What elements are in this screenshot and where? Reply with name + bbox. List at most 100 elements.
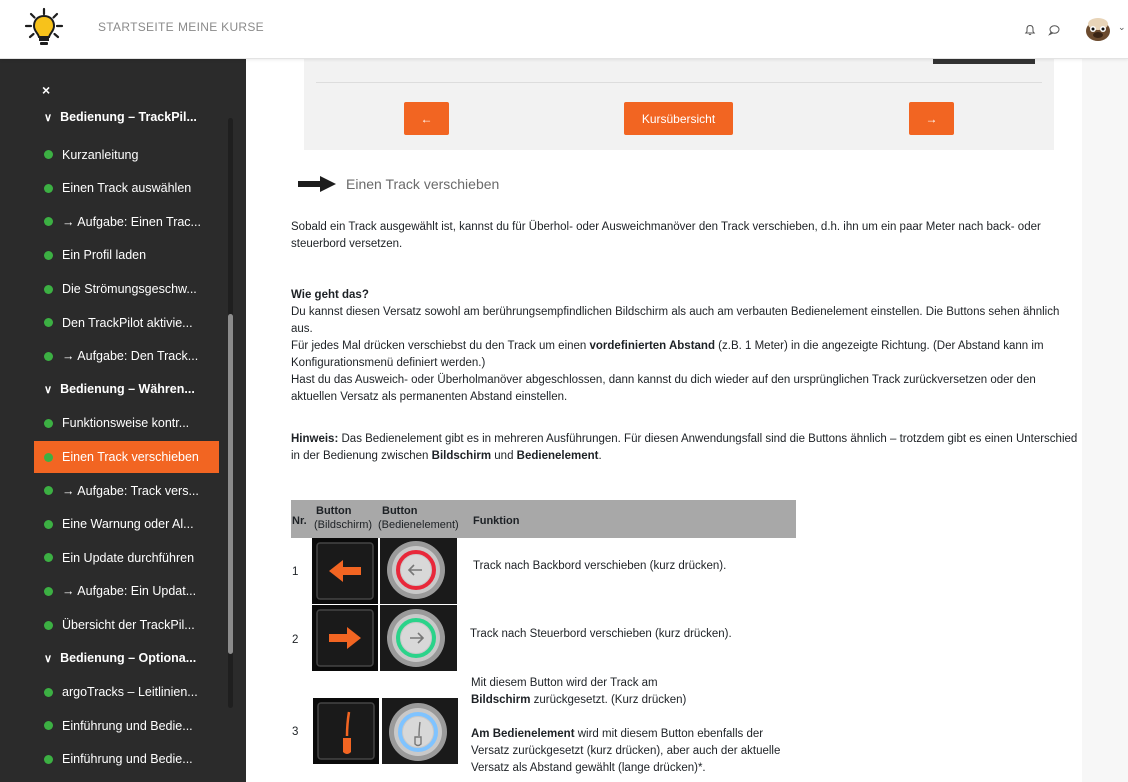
col-header-button-control: Button (Bedienelement) [378,505,459,531]
sidebar-item[interactable]: Einführung und Bedie... [34,710,219,742]
row-3-bold-screen: Bildschirm [471,694,531,706]
hint-text-and: und [491,450,517,462]
completion-dot-icon [44,519,53,529]
completion-dot-icon [44,183,53,193]
sidebar-item[interactable]: → Aufgabe: Ein Updat... [34,575,219,607]
screen-right-arrow-icon [312,605,378,671]
top-navbar: STARTSEITE MEINE KURSE ⌄ [0,0,1128,59]
sidebar-item-label: Ein Profil laden [62,248,147,263]
sidebar-scrollbar-thumb[interactable] [228,314,233,654]
completion-dot-icon [44,754,53,764]
how-p2-bold: vordefinierten Abstand [589,340,715,352]
completion-dot-icon [44,553,53,563]
sidebar-section-header[interactable]: ∨ Bedienung – TrackPil... [44,110,197,124]
sidebar-item[interactable]: Einen Track auswählen [34,172,219,204]
page-title: Einen Track verschieben [346,176,500,192]
col-header-function: Funktion [473,515,520,527]
row-1-nr: 1 [292,566,299,578]
lightbulb-logo-icon[interactable] [22,6,66,50]
bell-icon[interactable] [1024,24,1036,36]
sidebar-item-label: Einführung und Bedie... [62,752,193,767]
completion-dot-icon [44,452,53,462]
sidebar-item[interactable]: → Aufgabe: Track vers... [34,475,219,507]
previous-activity-button[interactable]: ← [404,102,449,135]
sidebar-item[interactable]: Den TrackPilot aktivie... [34,307,219,339]
hint-bold-control: Bedienelement [516,450,599,462]
sidebar-item-label: Einen Track auswählen [62,181,192,196]
sidebar-item[interactable]: Einführung und Bedie... [34,743,219,775]
hint-text: Das Bedienelement gibt es in mehreren Au… [291,433,1078,462]
how-title: Wie geht das? [291,289,369,301]
sidebar-item[interactable]: Funktionsweise kontr... [34,407,219,439]
chat-bubble-icon[interactable] [1048,24,1060,36]
right-gutter [1082,58,1128,782]
sidebar-item-label: → Aufgabe: Ein Updat... [62,584,197,599]
sidebar-item-label: Eine Warnung oder Al... [62,517,194,532]
chevron-down-icon[interactable]: ∨ [44,383,52,396]
sidebar-item[interactable]: Ein Profil laden [34,239,219,271]
sidebar-item-label: Funktionsweise kontr... [62,416,190,431]
next-activity-button[interactable]: → [909,102,954,135]
page-heading: Einen Track verschieben [298,176,499,192]
control-right-arrow-icon [380,605,457,671]
completion-dot-icon [44,418,53,428]
how-paragraph-3: Hast du das Ausweich- oder Überholmanöve… [291,374,1036,403]
row-3-text-c: wird mit diesem Button ebenfalls der [574,728,764,740]
sidebar-section-header[interactable]: ∨ Bedienung – Optiona... [44,651,196,665]
completion-dot-icon [44,721,53,731]
arrow-right-icon [298,176,336,192]
user-avatar[interactable] [1082,14,1114,44]
row-3-text-b: zurückgesetzt. (Kurz drücken) [530,694,687,706]
sidebar-item[interactable]: → Aufgabe: Den Track... [34,340,219,372]
main-content [246,58,1082,782]
navbox-divider [316,82,1042,83]
close-sidebar-button[interactable]: × [42,82,50,98]
sidebar-item-label: → Aufgabe: Den Track... [62,349,199,364]
course-overview-button[interactable]: Kursübersicht [624,102,733,135]
chevron-down-icon[interactable]: ⌄ [1118,22,1126,33]
hint-bold-screen: Bildschirm [431,450,492,462]
completion-dot-icon [44,351,53,361]
nav-meine-kurse-link[interactable]: MEINE KURSE [178,20,264,34]
sidebar-item[interactable]: Übersicht der TrackPil... [34,609,219,641]
row-3-function-screen: Mit diesem Button wird der Track am Bild… [471,675,686,709]
hint-text-end: . [598,450,602,462]
row-3-nr: 3 [292,726,299,738]
sidebar-item[interactable]: Eine Warnung oder Al... [34,508,219,540]
sidebar-section-header[interactable]: ∨ Bedienung – Währen... [44,382,195,396]
how-paragraph-1: Du kannst diesen Versatz sowohl am berüh… [291,306,1060,335]
screen-reset-track-icon [313,698,379,764]
sidebar-item[interactable]: Ein Update durchführen [34,542,219,574]
sidebar-item-label: → Aufgabe: Track vers... [62,483,199,498]
row-3-text-d: Versatz zurückgesetzt (kurz drücken), ab… [471,745,781,757]
col-header-nr: Nr. [292,515,307,527]
completion-dot-icon [44,250,53,260]
completion-dot-icon [44,284,53,294]
sidebar-item[interactable]: Die Strömungsgeschw... [34,273,219,305]
screen-left-arrow-icon [312,538,378,604]
chevron-down-icon[interactable]: ∨ [44,652,52,665]
completion-dot-icon [44,318,53,328]
control-left-arrow-icon [380,538,457,604]
sidebar-item-label: Einführung und Bedie... [62,718,193,733]
control-reset-track-icon [382,698,458,764]
row-2-function: Track nach Steuerbord verschieben (kurz … [470,628,732,640]
sidebar-section-label: Bedienung – Währen... [60,381,195,396]
sidebar-item-label: Ein Update durchführen [62,550,195,565]
sidebar-item[interactable]: → Aufgabe: Einen Trac... [34,206,219,238]
sidebar-item-active[interactable]: Einen Track verschieben [34,441,219,473]
nav-startseite-link[interactable]: STARTSEITE [98,20,174,34]
completion-dot-icon [44,486,53,496]
sidebar-section-label: Bedienung – Optiona... [60,650,197,665]
sidebar-item-label: Übersicht der TrackPil... [62,618,195,632]
sidebar-item[interactable]: Kurzanleitung [34,139,219,171]
row-3-text-a: Mit diesem Button wird der Track am [471,677,658,689]
completion-dot-icon [44,620,53,630]
chevron-down-icon[interactable]: ∨ [44,111,52,124]
row-2-nr: 2 [292,634,299,646]
col-header-button-screen: Button (Bildschirm) [314,505,373,531]
how-section: Wie geht das? Du kannst diesen Versatz s… [291,287,1081,406]
row-1-function: Track nach Backbord verschieben (kurz dr… [473,560,727,572]
sidebar-item[interactable]: argoTracks – Leitlinien... [34,676,219,708]
completion-dot-icon [44,217,53,227]
